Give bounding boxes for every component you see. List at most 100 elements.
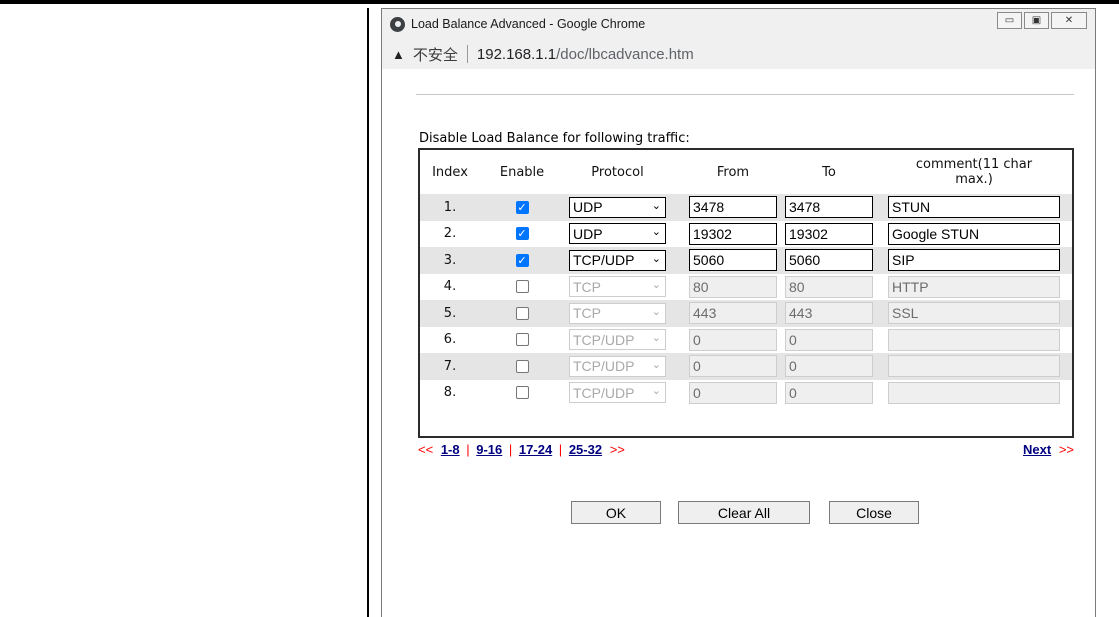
to-port-input: 0 [785, 381, 873, 404]
protocol-select: TCP ⌄ [569, 276, 666, 298]
address-separator [466, 45, 468, 63]
table-row: 7. TCP/UDP ⌄ 0 0 [420, 353, 1072, 380]
url-path[interactable]: /doc/lbcadvance.htm [556, 46, 694, 63]
table-row: 6. TCP/UDP ⌄ 0 0 [420, 326, 1072, 354]
page-link-17-24[interactable]: 17-24 [519, 442, 552, 457]
table-row: 5. TCP ⌄ 443 443 SSL [420, 300, 1072, 327]
to-port-input[interactable]: 19302 [785, 222, 873, 245]
traffic-rules-table: Index Enable Protocol From To comment(11… [418, 148, 1074, 438]
comment-input: HTTP [888, 275, 1060, 298]
from-port-input[interactable]: 3478 [689, 196, 777, 219]
chevron-down-icon: ⌄ [651, 252, 661, 265]
header-comment: comment(11 char max.) [915, 157, 1033, 187]
protocol-value: UDP [573, 199, 603, 216]
page-link-25-32[interactable]: 25-32 [569, 442, 602, 457]
comment-input[interactable]: SIP [888, 249, 1060, 272]
document-divider-line [367, 8, 369, 617]
pager-separator: | [508, 442, 513, 457]
protocol-select: TCP/UDP ⌄ [569, 355, 666, 377]
to-port-input: 0 [785, 355, 873, 378]
to-port-input: 0 [785, 328, 873, 351]
chevron-down-icon: ⌄ [651, 358, 661, 371]
window-title: Load Balance Advanced - Google Chrome [411, 17, 646, 31]
window-controls: ▭ ▣ ✕ [997, 12, 1087, 29]
row-fields: UDP ⌄ 3478 3478 STUN [420, 194, 1072, 221]
from-port-input: 443 [689, 302, 777, 325]
row-fields: TCP ⌄ 443 443 SSL [420, 300, 1072, 327]
header-to: To [822, 164, 836, 180]
security-status-label[interactable]: 不安全 [413, 44, 458, 65]
pager-separator: | [466, 442, 470, 457]
chevron-down-icon: ⌄ [651, 226, 661, 239]
page-link-9-16[interactable]: 9-16 [476, 442, 502, 457]
from-port-input[interactable]: 5060 [689, 249, 777, 272]
minimize-button[interactable]: ▭ [997, 12, 1022, 29]
header-from: From [716, 164, 750, 180]
protocol-value: TCP/UDP [573, 331, 635, 348]
comment-input [888, 355, 1060, 378]
header-index: Index [432, 164, 468, 180]
protocol-value: TCP/UDP [573, 384, 635, 401]
chevron-down-icon: ⌄ [651, 332, 661, 345]
warning-triangle-icon[interactable]: ▲ [392, 47, 405, 62]
row-fields: UDP ⌄ 19302 19302 Google STUN [420, 221, 1072, 248]
row-fields: TCP/UDP ⌄ 0 0 [420, 327, 1072, 354]
table-row: 8. TCP/UDP ⌄ 0 0 [420, 379, 1072, 407]
table-header-row: Index Enable Protocol From To comment(11… [420, 150, 1072, 194]
protocol-value: TCP [573, 278, 601, 295]
protocol-select[interactable]: TCP/UDP ⌄ [569, 249, 666, 271]
next-arrow: >> [609, 442, 625, 457]
from-port-input[interactable]: 19302 [689, 222, 777, 245]
comment-input[interactable]: Google STUN [888, 222, 1060, 245]
close-window-button[interactable]: ✕ [1051, 12, 1087, 29]
ok-button[interactable]: OK [571, 501, 661, 524]
to-port-input: 80 [785, 275, 873, 298]
protocol-select[interactable]: UDP ⌄ [569, 196, 666, 218]
protocol-select[interactable]: UDP ⌄ [569, 223, 666, 245]
page-link-1-8[interactable]: 1-8 [441, 442, 460, 457]
table-row: 4. TCP ⌄ 80 80 HTTP [420, 273, 1072, 301]
from-port-input: 0 [689, 381, 777, 404]
comment-input: SSL [888, 302, 1060, 325]
maximize-button[interactable]: ▣ [1024, 12, 1049, 29]
chevron-down-icon: ⌄ [651, 199, 661, 212]
browser-window: Load Balance Advanced - Google Chrome ▭ … [381, 8, 1096, 617]
horizontal-divider [416, 94, 1074, 95]
next-page-arrow: >> [1058, 442, 1074, 457]
address-bar[interactable]: ▲ 不安全 192.168.1.1/doc/lbcadvance.htm [382, 39, 1095, 69]
row-fields: TCP ⌄ 80 80 HTTP [420, 274, 1072, 301]
section-title: Disable Load Balance for following traff… [419, 131, 690, 146]
pager-separator: | [558, 442, 563, 457]
table-row: 1. ✓ UDP ⌄ 3478 3478 STUN [420, 194, 1072, 221]
from-port-input: 0 [689, 328, 777, 351]
header-protocol: Protocol [591, 164, 644, 180]
protocol-select: TCP/UDP ⌄ [569, 329, 666, 351]
to-port-input: 443 [785, 302, 873, 325]
clear-all-button[interactable]: Clear All [678, 501, 810, 524]
table-row: 3. ✓ TCP/UDP ⌄ 5060 5060 SIP [420, 247, 1072, 274]
pagination: << 1-8 | 9-16 | 17-24 | 25-32 >> Next >> [418, 442, 1074, 457]
document-top-rule [0, 0, 1119, 4]
chevron-down-icon: ⌄ [651, 385, 661, 398]
chevron-down-icon: ⌄ [651, 305, 661, 318]
comment-input[interactable]: STUN [888, 196, 1060, 219]
chevron-down-icon: ⌄ [651, 279, 661, 292]
protocol-value: TCP/UDP [573, 358, 635, 375]
from-port-input: 0 [689, 355, 777, 378]
next-page-link[interactable]: Next [1023, 442, 1051, 457]
url-host[interactable]: 192.168.1.1 [477, 46, 556, 63]
comment-input [888, 381, 1060, 404]
window-titlebar: Load Balance Advanced - Google Chrome ▭ … [382, 9, 1095, 39]
chrome-icon [390, 16, 405, 32]
table-row: 2. ✓ UDP ⌄ 19302 19302 Google STUN [420, 220, 1072, 248]
protocol-value: TCP [573, 305, 601, 322]
close-button[interactable]: Close [829, 501, 919, 524]
from-port-input: 80 [689, 275, 777, 298]
to-port-input[interactable]: 3478 [785, 196, 873, 219]
row-fields: TCP/UDP ⌄ 0 0 [420, 380, 1072, 407]
protocol-value: TCP/UDP [573, 252, 635, 269]
row-fields: TCP/UDP ⌄ 5060 5060 SIP [420, 247, 1072, 274]
to-port-input[interactable]: 5060 [785, 249, 873, 272]
protocol-select: TCP/UDP ⌄ [569, 382, 666, 404]
comment-input [888, 328, 1060, 351]
